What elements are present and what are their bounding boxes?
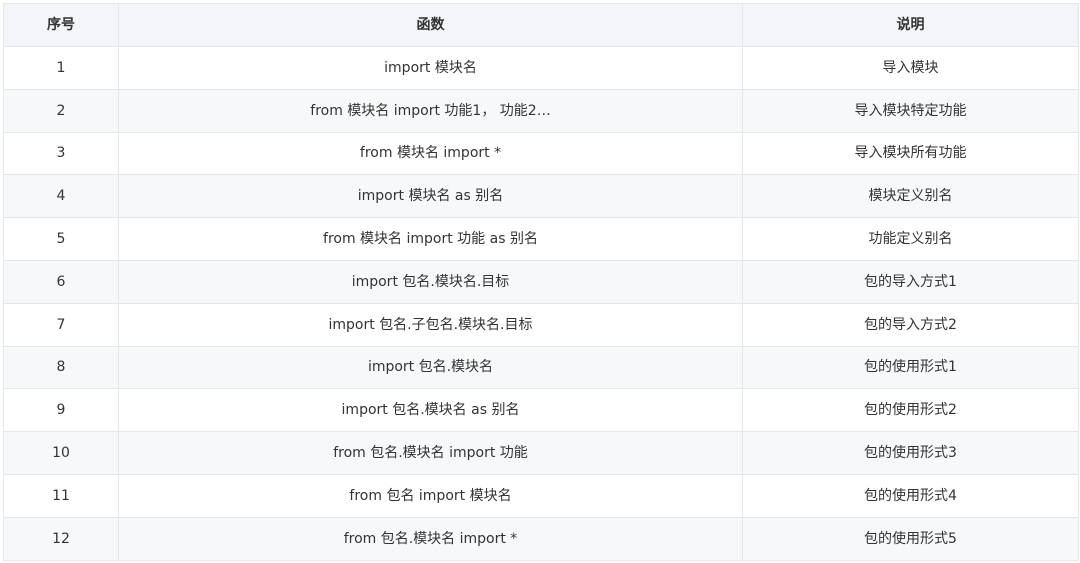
header-function: 函数 xyxy=(118,3,743,47)
row-index-cell: 3 xyxy=(3,131,119,176)
row-description-cell: 导入模块 xyxy=(742,46,1079,90)
row-function-cell: from 模块名 import 功能 as 别名 xyxy=(118,217,743,261)
table-row: 7 import 包名.子包名.模块名.目标 包的导入方式2 xyxy=(3,302,1079,347)
row-description-cell: 包的导入方式2 xyxy=(742,302,1079,347)
row-function-cell: import 包名.模块名 xyxy=(118,345,743,390)
import-reference-table: 序号 函数 说明 1 import 模块名 导入模块 2 from 模块名 import… xyxy=(3,3,1079,561)
row-index-cell: 12 xyxy=(3,516,119,561)
row-function-cell: from 模块名 import * xyxy=(118,131,743,176)
table-row: 8 import 包名.模块名 包的使用形式1 xyxy=(3,345,1079,390)
row-function-cell: import 模块名 xyxy=(118,46,743,90)
row-index-cell: 2 xyxy=(3,88,119,133)
header-index: 序号 xyxy=(3,3,119,47)
table-row: 1 import 模块名 导入模块 xyxy=(3,46,1079,90)
table-row: 11 from 包名 import 模块名 包的使用形式4 xyxy=(3,473,1079,518)
row-index-cell: 9 xyxy=(3,388,119,433)
table-header: 序号 函数 说明 xyxy=(3,3,1079,47)
row-function-cell: from 包名 import 模块名 xyxy=(118,473,743,518)
table-row: 3 from 模块名 import * 导入模块所有功能 xyxy=(3,131,1079,176)
row-description-cell: 导入模块所有功能 xyxy=(742,131,1079,176)
row-description-cell: 功能定义别名 xyxy=(742,217,1079,261)
row-index-cell: 4 xyxy=(3,174,119,219)
table-row: 9 import 包名.模块名 as 别名 包的使用形式2 xyxy=(3,388,1079,433)
row-function-cell: import 模块名 as 别名 xyxy=(118,174,743,219)
table-body: 1 import 模块名 导入模块 2 from 模块名 import 功能1， 功能2… xyxy=(3,46,1079,561)
row-index-cell: 7 xyxy=(3,302,119,347)
row-description-cell: 导入模块特定功能 xyxy=(742,88,1079,133)
row-index-cell: 8 xyxy=(3,345,119,390)
row-function-cell: import 包名.子包名.模块名.目标 xyxy=(118,302,743,347)
row-index-cell: 5 xyxy=(3,217,119,261)
import-reference-table-container: 序号 函数 说明 1 import 模块名 导入模块 2 from 模块名 import… xyxy=(3,3,1079,561)
row-index-cell: 11 xyxy=(3,473,119,518)
row-description-cell: 模块定义别名 xyxy=(742,174,1079,219)
row-index-cell: 10 xyxy=(3,431,119,475)
table-row: 10 from 包名.模块名 import 功能 包的使用形式3 xyxy=(3,431,1079,475)
row-description-cell: 包的导入方式1 xyxy=(742,259,1079,304)
table-row: 5 from 模块名 import 功能 as 别名 功能定义别名 xyxy=(3,217,1079,261)
row-function-cell: import 包名.模块名.目标 xyxy=(118,259,743,304)
table-row: 6 import 包名.模块名.目标 包的导入方式1 xyxy=(3,259,1079,304)
row-function-cell: from 包名.模块名 import 功能 xyxy=(118,431,743,475)
table-row: 12 from 包名.模块名 import * 包的使用形式5 xyxy=(3,516,1079,561)
row-description-cell: 包的使用形式3 xyxy=(742,431,1079,475)
row-function-cell: from 包名.模块名 import * xyxy=(118,516,743,561)
header-row: 序号 函数 说明 xyxy=(3,3,1079,47)
row-index-cell: 6 xyxy=(3,259,119,304)
header-description: 说明 xyxy=(742,3,1079,47)
row-description-cell: 包的使用形式2 xyxy=(742,388,1079,433)
row-function-cell: from 模块名 import 功能1， 功能2… xyxy=(118,88,743,133)
row-description-cell: 包的使用形式1 xyxy=(742,345,1079,390)
table-row: 4 import 模块名 as 别名 模块定义别名 xyxy=(3,174,1079,219)
row-function-cell: import 包名.模块名 as 别名 xyxy=(118,388,743,433)
row-description-cell: 包的使用形式5 xyxy=(742,516,1079,561)
row-description-cell: 包的使用形式4 xyxy=(742,473,1079,518)
row-index-cell: 1 xyxy=(3,46,119,90)
table-row: 2 from 模块名 import 功能1， 功能2… 导入模块特定功能 xyxy=(3,88,1079,133)
